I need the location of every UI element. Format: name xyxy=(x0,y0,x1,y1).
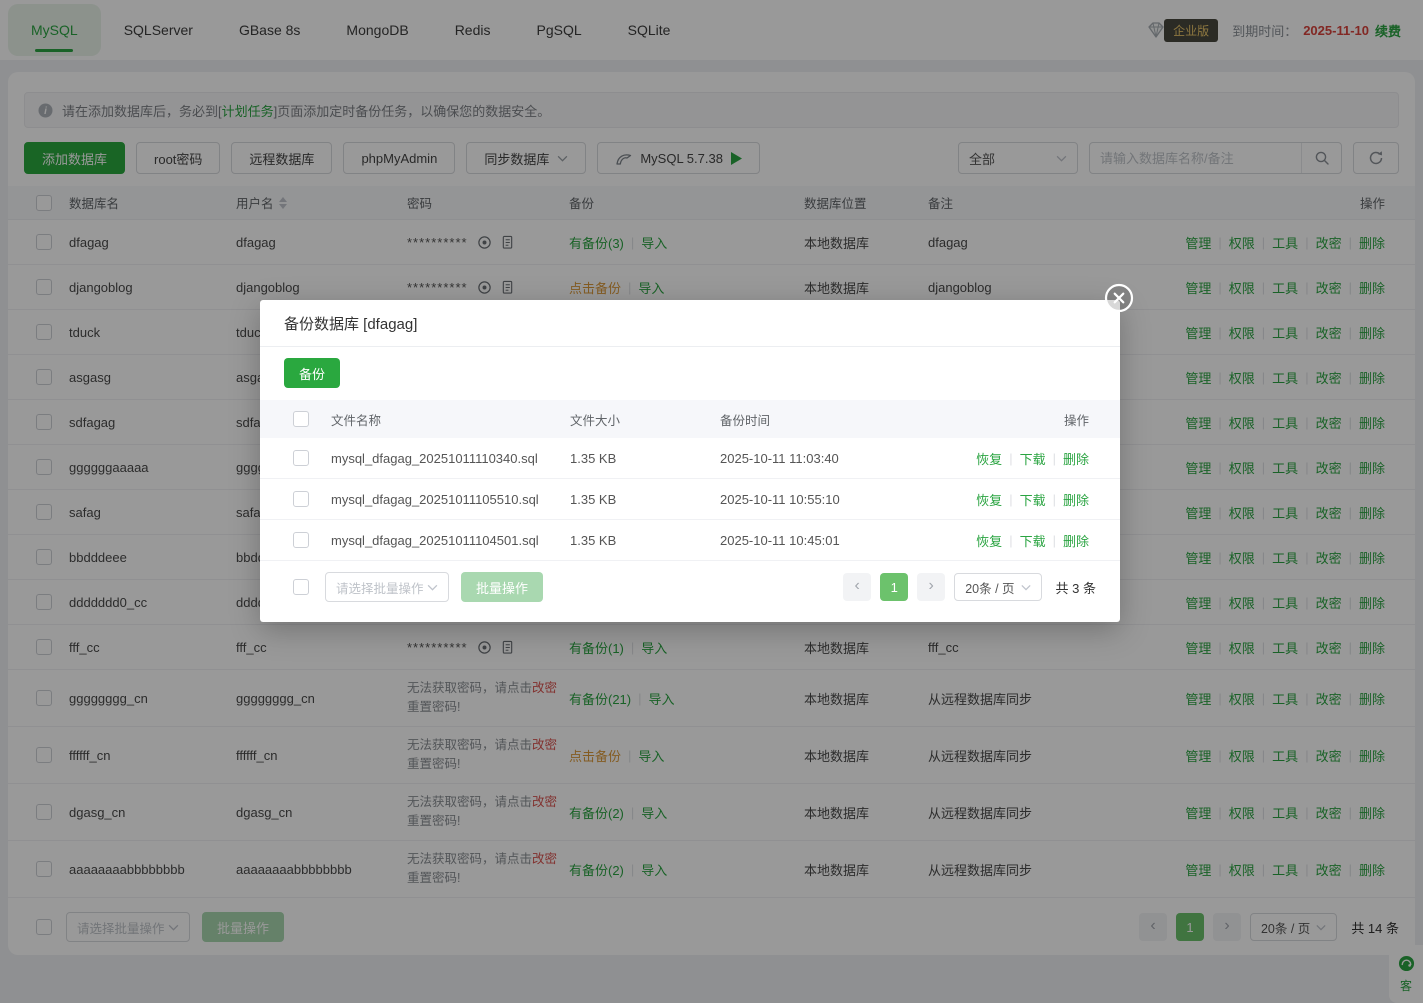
backup-now-button[interactable]: 备份 xyxy=(284,358,340,388)
modal-footer-checkbox[interactable] xyxy=(293,579,309,595)
close-icon[interactable] xyxy=(1104,283,1134,313)
restore-link[interactable]: 恢复 xyxy=(976,490,1002,509)
modal-page-size-select[interactable]: 20条 / 页 xyxy=(954,573,1041,601)
delete-link[interactable]: 删除 xyxy=(1063,449,1089,468)
download-link[interactable]: 下载 xyxy=(1020,490,1046,509)
modal-pagination-next-button[interactable]: › xyxy=(917,573,945,601)
row-checkbox[interactable] xyxy=(293,450,309,466)
backup-file-time: 2025-10-11 11:03:40 xyxy=(720,451,930,466)
backup-file-time: 2025-10-11 10:55:10 xyxy=(720,492,930,507)
modal-header-size: 文件大小 xyxy=(570,410,720,429)
restore-link[interactable]: 恢复 xyxy=(976,449,1002,468)
modal-header-time: 备份时间 xyxy=(720,410,930,429)
modal-pagination-prev-button[interactable]: ‹ xyxy=(843,573,871,601)
modal-batch-select[interactable]: 请选择批量操作 xyxy=(325,572,449,602)
restore-link[interactable]: 恢复 xyxy=(976,531,1002,550)
backup-file-row: mysql_dfagag_20251011104501.sql1.35 KB20… xyxy=(260,520,1120,561)
backup-file-name: mysql_dfagag_20251011105510.sql xyxy=(331,492,570,507)
backup-modal: 备份数据库 [dfagag] 备份 文件名称 文件大小 备份时间 操作 mysq… xyxy=(260,300,1120,622)
backup-file-row: mysql_dfagag_20251011110340.sql1.35 KB20… xyxy=(260,438,1120,479)
download-link[interactable]: 下载 xyxy=(1020,531,1046,550)
chevron-down-icon xyxy=(1021,584,1031,591)
row-checkbox[interactable] xyxy=(293,532,309,548)
modal-select-all-checkbox[interactable] xyxy=(293,411,309,427)
modal-footer: 请选择批量操作 批量操作 ‹ 1 › 20条 / 页 共 3 条 xyxy=(260,572,1120,602)
backup-file-size: 1.35 KB xyxy=(570,533,720,548)
backup-file-size: 1.35 KB xyxy=(570,451,720,466)
modal-table-header: 文件名称 文件大小 备份时间 操作 xyxy=(260,400,1120,438)
modal-header-file: 文件名称 xyxy=(331,410,570,429)
row-checkbox[interactable] xyxy=(293,491,309,507)
chevron-down-icon xyxy=(427,584,438,591)
delete-link[interactable]: 删除 xyxy=(1063,490,1089,509)
modal-table-body: mysql_dfagag_20251011110340.sql1.35 KB20… xyxy=(260,438,1120,561)
backup-file-name: mysql_dfagag_20251011104501.sql xyxy=(331,533,570,548)
backup-file-row: mysql_dfagag_20251011105510.sql1.35 KB20… xyxy=(260,479,1120,520)
modal-header-ops: 操作 xyxy=(930,410,1120,429)
modal-title: 备份数据库 [dfagag] xyxy=(260,300,1120,347)
backup-file-name: mysql_dfagag_20251011110340.sql xyxy=(331,451,570,466)
delete-link[interactable]: 删除 xyxy=(1063,531,1089,550)
modal-batch-button[interactable]: 批量操作 xyxy=(461,572,543,602)
backup-file-size: 1.35 KB xyxy=(570,492,720,507)
modal-total-count: 共 3 条 xyxy=(1056,578,1096,597)
backup-file-time: 2025-10-11 10:45:01 xyxy=(720,533,930,548)
modal-pagination-page-1[interactable]: 1 xyxy=(880,573,908,601)
download-link[interactable]: 下载 xyxy=(1020,449,1046,468)
modal-pagination: ‹ 1 › 20条 / 页 共 3 条 xyxy=(843,573,1096,601)
